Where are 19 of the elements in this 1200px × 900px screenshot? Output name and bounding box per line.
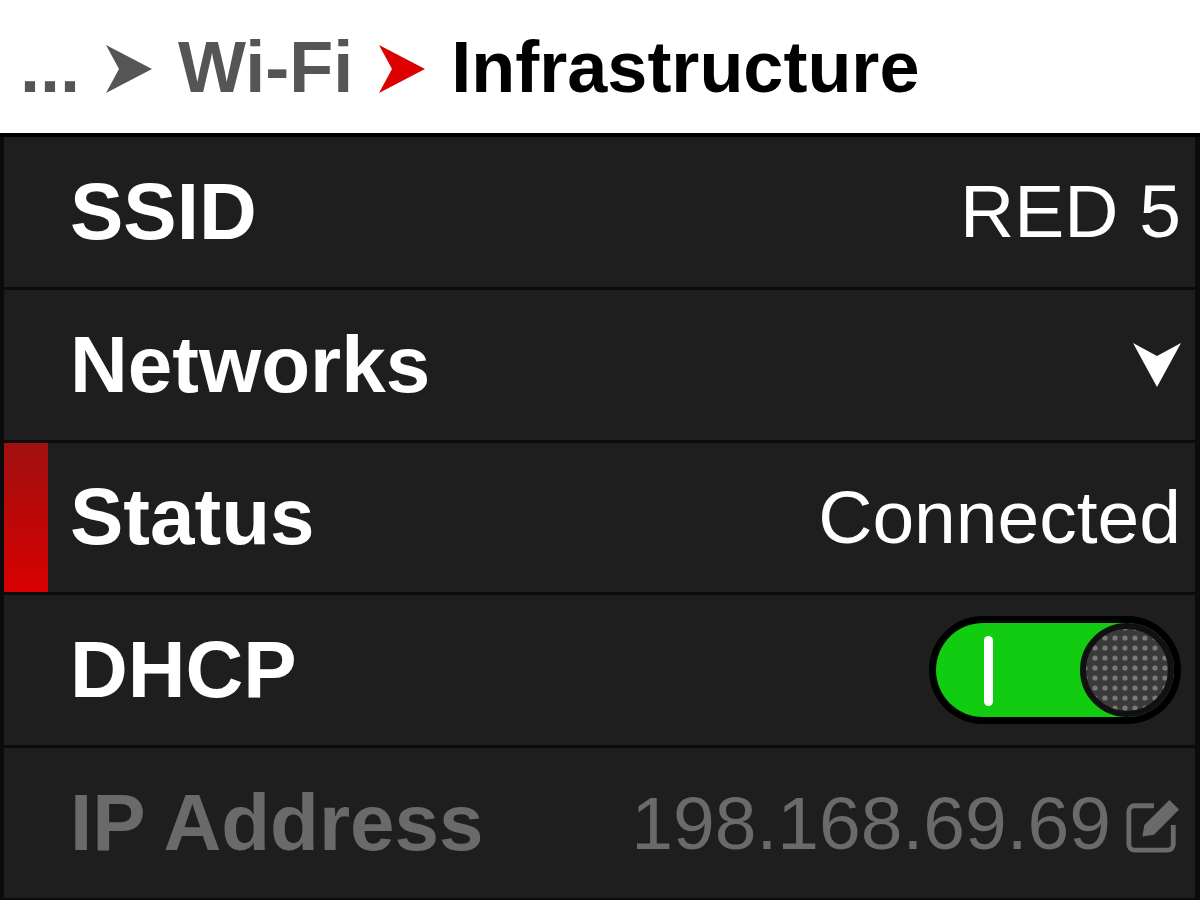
setting-label: Status [70,477,315,558]
settings-row[interactable]: SSID RED 5 [4,137,1195,287]
settings-row[interactable]: DHCP [4,595,1195,746]
toggle-knob[interactable] [1080,623,1174,718]
breadcrumb-arrow-icon [379,44,426,93]
setting-label: SSID [70,171,257,252]
chevron-down-icon[interactable] [1133,342,1181,387]
breadcrumb-current: Infrastructure [451,30,920,103]
settings-row[interactable]: Networks [4,289,1195,440]
settings-row[interactable]: Status Connected [4,442,1195,593]
breadcrumb-link[interactable]: Wi-Fi [178,30,354,103]
setting-value: Connected [818,480,1181,555]
setting-value: RED 5 [960,174,1181,250]
setting-value: 198.168.69.69 [631,785,1111,861]
breadcrumb-link[interactable]: ... [20,30,80,103]
setting-label: IP Address [70,783,484,864]
breadcrumb-arrow-icon [106,44,152,93]
setting-label: DHCP [70,630,297,711]
setting-label: Networks [70,324,431,405]
